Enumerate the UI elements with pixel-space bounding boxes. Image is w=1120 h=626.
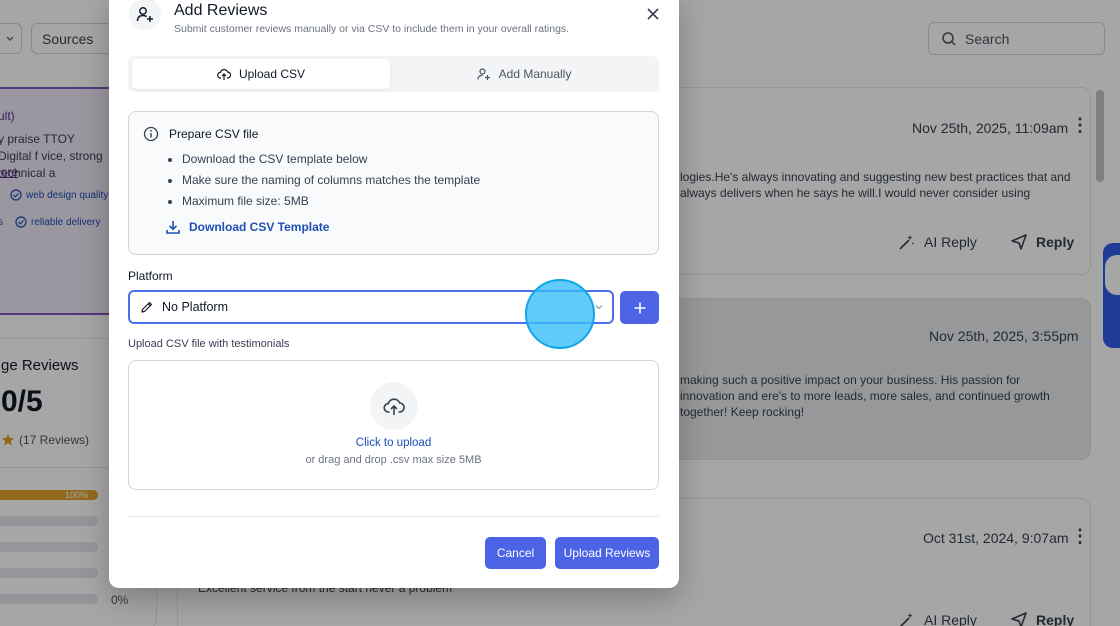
info-icon (143, 126, 159, 142)
modal-subtitle: Submit customer reviews manually or via … (174, 23, 570, 35)
modal-header-icon (129, 0, 161, 30)
user-plus-icon (136, 7, 153, 22)
tab-upload-csv[interactable]: Upload CSV (132, 59, 390, 89)
platform-selected-value: No Platform (162, 300, 228, 314)
tab-add-manually-label: Add Manually (498, 67, 572, 81)
plus-icon (634, 302, 645, 313)
platform-label: Platform (128, 269, 173, 283)
upload-mode-tabs: Upload CSV Add Manually (128, 56, 659, 92)
download-icon (166, 221, 180, 234)
upload-reviews-button[interactable]: Upload Reviews (555, 537, 659, 569)
click-indicator (525, 279, 595, 349)
user-plus-icon (477, 68, 490, 80)
cancel-button[interactable]: Cancel (485, 537, 546, 569)
upload-icon-circle (370, 382, 418, 430)
upload-label: Upload CSV file with testimonials (128, 338, 290, 350)
click-to-upload-text: Click to upload (355, 437, 432, 449)
add-platform-button[interactable] (620, 291, 659, 324)
drag-drop-hint: or drag and drop .csv max size 5MB (305, 454, 482, 466)
tab-upload-csv-label: Upload CSV (238, 67, 306, 81)
csv-instructions: Prepare CSV file Download the CSV templa… (128, 111, 659, 255)
instructions-title: Prepare CSV file (169, 127, 259, 141)
csv-dropzone[interactable]: Click to upload or drag and drop .csv ma… (128, 360, 659, 490)
modal-title: Add Reviews (174, 2, 268, 19)
list-item: Maximum file size: 5MB (182, 191, 480, 212)
chevron-down-icon (595, 305, 603, 310)
cloud-upload-icon (217, 69, 231, 80)
footer-divider (128, 516, 659, 517)
list-item: Download the CSV template below (182, 149, 480, 170)
pencil-icon (141, 301, 153, 313)
cloud-upload-icon (383, 398, 405, 415)
list-item: Make sure the naming of columns matches … (182, 170, 480, 191)
download-csv-template-link[interactable]: Download CSV Template (165, 219, 329, 235)
tab-add-manually[interactable]: Add Manually (393, 59, 655, 89)
close-icon[interactable] (644, 5, 662, 23)
download-link-label: Download CSV Template (189, 220, 330, 234)
add-reviews-modal: Add Reviews Submit customer reviews manu… (109, 0, 679, 588)
instructions-list: Download the CSV template below Make sur… (182, 149, 480, 212)
